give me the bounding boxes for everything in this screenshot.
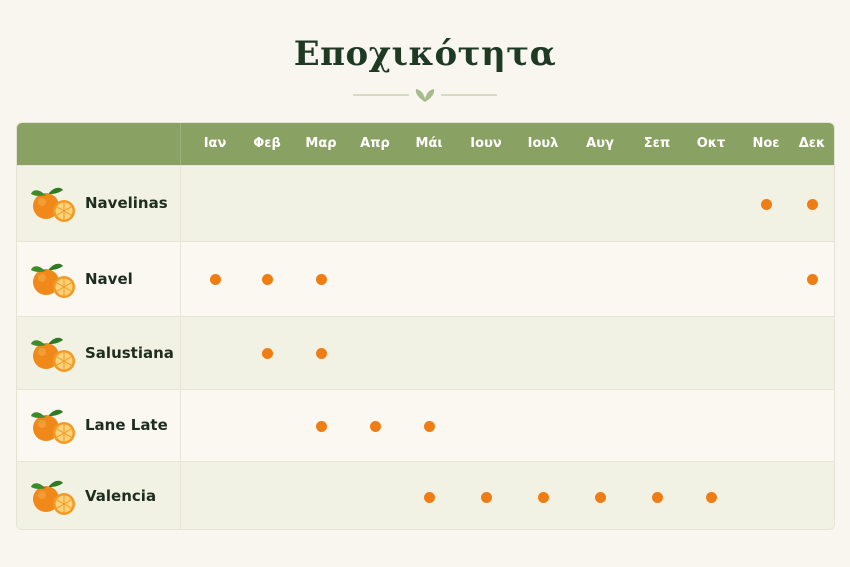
table-row: Lane Late [17,389,834,461]
season-dot [537,491,549,503]
leaf-ornament-icon [353,89,497,102]
season-dot [369,420,381,432]
variety-cell: Lane Late [17,390,181,461]
variety-cell: Valencia [17,462,181,529]
header-corner [17,123,181,165]
month-header: Ιαν [203,136,227,151]
season-dot [315,348,327,359]
month-header: Φεβ [253,136,281,151]
season-dot [806,198,818,210]
orange-fruit-icon [29,184,77,224]
month-header: Ιουλ [527,136,559,151]
variety-name: Salustiana [85,343,174,362]
season-dot [209,274,221,285]
variety-name: Lane Late [85,416,168,434]
variety-cell: Salustiana [17,317,181,389]
orange-fruit-icon [29,334,77,374]
season-dot [806,274,818,285]
month-header: Απρ [360,136,390,151]
season-dot [480,491,492,503]
month-header: Μάι [415,136,443,151]
table-row: Salustiana [17,316,834,389]
orange-fruit-icon [29,477,77,517]
variety-name: Valencia [85,487,157,505]
season-dot [261,348,273,359]
season-dot [423,420,435,432]
season-dot [651,491,663,503]
page-title: Εποχικότητα [293,34,557,74]
table-row: Navel [17,241,834,316]
season-dot [594,491,606,503]
month-header: Οκτ [696,136,726,151]
seasonality-table: Ιαν Φεβ Μαρ Απρ Μάι Ιουν Ιουλ Αυγ Σεπ Οκτ Νοε Δεκ N… [16,122,835,530]
orange-fruit-icon [29,260,77,300]
orange-fruit-icon [29,406,77,446]
table-header: Ιαν Φεβ Μαρ Απρ Μάι Ιουν Ιουλ Αυγ Σεπ Οκτ Νοε Δεκ [17,123,834,165]
season-dot [423,491,435,503]
season-dot [705,491,717,503]
table-row: Valencia [17,461,834,529]
variety-cell: Navelinas [17,166,181,241]
month-header: Μαρ [305,136,337,151]
variety-cell: Navel [17,242,181,316]
variety-name: Navel [85,269,133,288]
month-header: Δεκ [798,136,826,151]
season-dot [315,274,327,285]
variety-name: Navelinas [85,194,168,212]
season-dot [261,274,273,285]
month-header: Σεπ [643,136,671,151]
month-header: Αυγ [586,136,614,151]
table-row: Navelinas [17,165,834,241]
season-dot [315,420,327,432]
month-header: Ιουν [470,136,502,151]
season-dot [760,198,772,210]
